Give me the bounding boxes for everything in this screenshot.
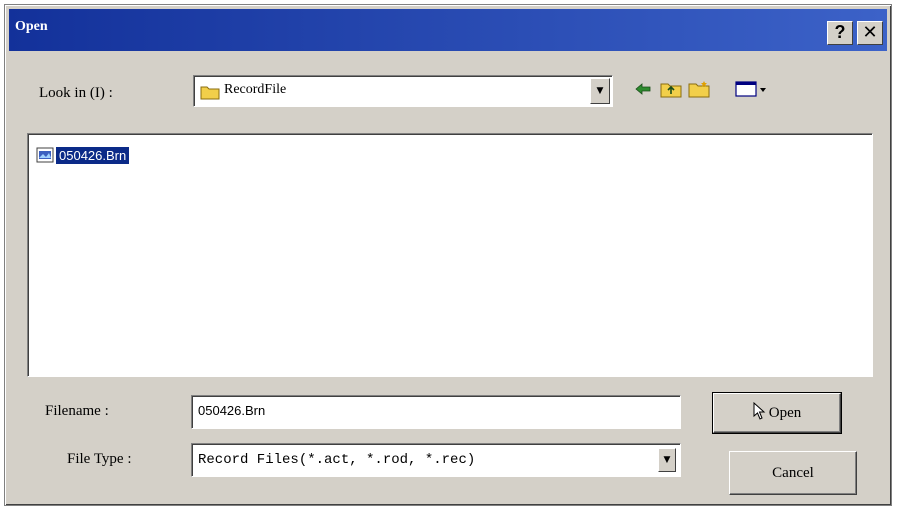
cancel-button-label: Cancel [772, 464, 814, 481]
view-menu-button[interactable] [733, 79, 773, 103]
file-type-label: File Type : [67, 451, 132, 467]
up-one-level-button[interactable] [659, 79, 683, 103]
cancel-button[interactable]: Cancel [729, 451, 857, 495]
look-in-label: Look in (I) : [39, 85, 113, 101]
back-button[interactable] [633, 79, 653, 103]
file-type-dropdown-arrow[interactable]: ▼ [658, 448, 676, 472]
up-folder-icon [660, 80, 682, 103]
view-menu-icon [735, 80, 771, 103]
help-button[interactable]: ? [827, 21, 853, 45]
file-name: 050426.Brn [56, 146, 130, 164]
file-type-value: Record Files(*.act, *.rod, *.rec) [198, 452, 476, 468]
close-button[interactable]: ✕ [857, 21, 883, 45]
window-title: Open [15, 19, 48, 34]
new-folder-icon [688, 80, 710, 103]
back-arrow-icon [634, 82, 652, 101]
look-in-dropdown-arrow[interactable]: ▼ [590, 78, 610, 104]
list-item[interactable]: 050426.Brn [36, 144, 130, 166]
title-bar[interactable]: Open ? ✕ [9, 9, 887, 51]
file-list[interactable]: 050426.Brn [27, 133, 873, 377]
chevron-down-icon: ▼ [663, 455, 671, 465]
file-icon [36, 146, 54, 164]
open-button[interactable]: Open [712, 392, 842, 434]
chevron-down-icon: ▼ [596, 86, 604, 96]
filename-input[interactable]: 050426.Brn [191, 395, 681, 429]
folder-icon [200, 84, 220, 105]
file-type-dropdown[interactable]: Record Files(*.act, *.rod, *.rec) ▼ [191, 443, 681, 477]
open-button-label: Open [768, 404, 802, 421]
look-in-value: RecordFile [224, 82, 287, 97]
new-folder-button[interactable] [687, 79, 711, 103]
look-in-dropdown[interactable]: RecordFile ▼ [193, 75, 613, 107]
mouse-pointer-icon [753, 401, 767, 425]
open-dialog: Open ? ✕ Look in (I) : RecordFile ▼ 0504… [4, 4, 892, 506]
filename-label: Filename : [45, 403, 109, 419]
